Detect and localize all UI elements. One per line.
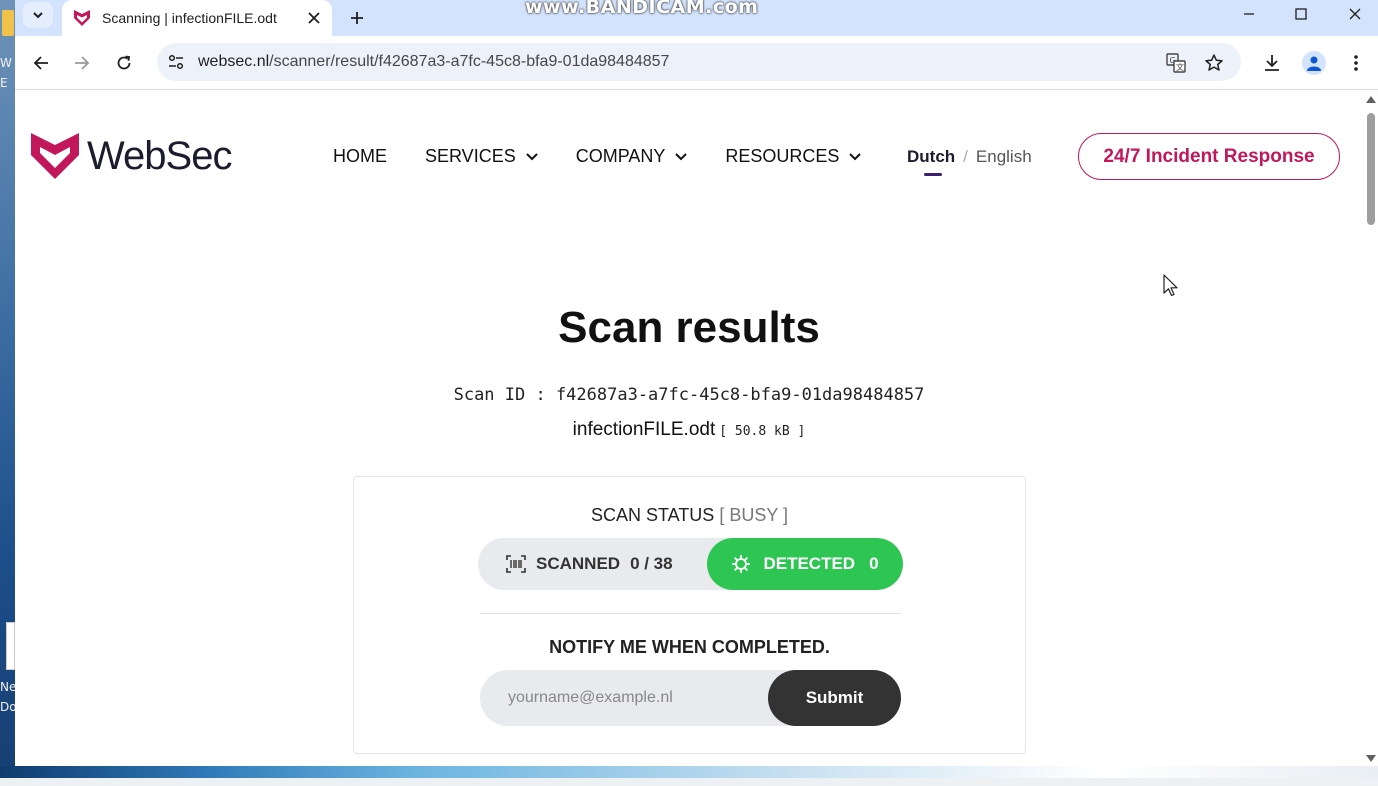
status-label: SCAN STATUS [590, 505, 715, 525]
file-info: infectionFILE.odt[ 50.8 kB ] [15, 419, 1363, 441]
nav-label: HOME [333, 146, 387, 166]
incident-response-button[interactable]: 24/7 Incident Response [1078, 133, 1340, 180]
nav-resources[interactable]: RESOURCES [725, 146, 862, 167]
scrollbar-thumb[interactable] [1367, 113, 1375, 225]
scanned-counter: SCANNED 0 / 38 [506, 538, 673, 590]
notify-form: Submit [480, 670, 901, 726]
file-name: infectionFILE.odt [572, 419, 716, 440]
chevron-down-icon [849, 152, 862, 160]
recording-watermark: www.BANDICAM.com [525, 0, 759, 18]
download-icon [1265, 55, 1279, 71]
submit-button[interactable]: Submit [768, 670, 901, 726]
new-tab-button[interactable] [343, 4, 371, 32]
address-bar[interactable]: websec.nl/scanner/result/f42687a3-a7fc-4… [157, 43, 1241, 81]
tab-search-button[interactable] [23, 2, 53, 28]
minimize-button[interactable] [1223, 0, 1275, 28]
taskbar [0, 778, 1378, 786]
nav-company[interactable]: COMPANY [576, 146, 688, 167]
lang-separator: / [963, 147, 968, 166]
scan-status-card: SCAN STATUS [ BUSY ] SCANNED 0 / 38 DETE… [353, 476, 1026, 754]
notify-heading: NOTIFY ME WHEN COMPLETED. [549, 637, 830, 657]
nav-home[interactable]: HOME [333, 146, 387, 167]
url-path: /scanner/result/f42687a3-a7fc-45c8-bfa9-… [269, 53, 670, 70]
desktop-label: W [0, 56, 12, 70]
chevron-down-icon [675, 152, 688, 160]
lang-english[interactable]: English [976, 147, 1032, 167]
translate-icon[interactable]: G文 [1164, 51, 1188, 75]
detected-label: DETECTED [763, 554, 856, 573]
websec-logo-icon [31, 133, 79, 179]
reload-icon [117, 55, 131, 70]
bookmark-star-icon[interactable] [1202, 51, 1226, 75]
scan-status: SCAN STATUS [ BUSY ] [354, 505, 1025, 526]
document-icon[interactable] [6, 622, 15, 670]
chevron-down-icon [33, 12, 43, 19]
page-scrollbar[interactable] [1363, 91, 1378, 766]
file-size: [ 50.8 kB ] [719, 424, 806, 439]
maximize-icon [1295, 8, 1307, 20]
divider [480, 613, 901, 614]
language-switcher: Dutch / English [907, 147, 1032, 176]
mouse-cursor-icon [1163, 274, 1178, 297]
arrow-right-icon [75, 56, 90, 70]
arrow-left-icon [33, 56, 48, 70]
scan-id: Scan ID : f42687a3-a7fc-45c8-bfa9-01da98… [453, 385, 925, 405]
maximize-button[interactable] [1275, 0, 1327, 28]
folder-icon[interactable] [2, 10, 14, 36]
back-button[interactable] [26, 48, 56, 78]
person-icon [1307, 56, 1321, 71]
kebab-menu-icon [1354, 55, 1358, 71]
svg-text:文: 文 [1176, 62, 1184, 72]
tab-bar: Scanning | infectionFILE.odt www.BANDICA… [15, 0, 1378, 36]
browser-tab[interactable]: Scanning | infectionFILE.odt [62, 0, 332, 36]
forward-button[interactable] [67, 48, 97, 78]
scroll-up-arrow-icon[interactable] [1366, 96, 1376, 103]
tab-title: Scanning | infectionFILE.odt [102, 10, 277, 26]
barcode-scan-icon [506, 555, 526, 573]
close-tab-icon[interactable] [304, 8, 324, 28]
nav-services[interactable]: SERVICES [425, 146, 538, 167]
browser-window: Scanning | infectionFILE.odt www.BANDICA… [15, 0, 1378, 766]
url-text: websec.nl/scanner/result/f42687a3-a7fc-4… [198, 53, 669, 71]
downloads-button[interactable] [1258, 49, 1286, 77]
browser-toolbar: websec.nl/scanner/result/f42687a3-a7fc-4… [15, 36, 1378, 90]
lang-dutch[interactable]: Dutch [907, 147, 955, 176]
desktop-left-strip: W E Ne Do [0, 0, 17, 786]
detected-value: 0 [869, 554, 879, 573]
profile-button[interactable] [1300, 49, 1328, 77]
logo-text: WebSec [87, 133, 232, 178]
site-logo[interactable]: WebSec [29, 131, 232, 181]
scanned-value: 0 / 38 [630, 554, 673, 573]
chevron-down-icon [525, 152, 538, 160]
main-nav: HOME SERVICES COMPANY RESOURCES [333, 146, 899, 167]
nav-label: SERVICES [425, 146, 516, 166]
web-page: WebSec HOME SERVICES COMPANY RESOURCES D… [15, 91, 1363, 766]
detected-counter: DETECTED 0 [707, 538, 903, 590]
websec-favicon-icon [74, 10, 90, 26]
avatar [1302, 51, 1326, 75]
close-icon [1349, 8, 1361, 20]
close-window-button[interactable] [1329, 0, 1378, 28]
virus-icon [732, 555, 751, 573]
plus-icon [351, 12, 363, 24]
nav-label: COMPANY [575, 146, 666, 166]
email-input[interactable] [480, 670, 780, 726]
desktop-label: E [0, 76, 8, 90]
scanned-label: SCANNED [536, 554, 621, 573]
nav-label: RESOURCES [725, 146, 840, 166]
scroll-down-arrow-icon[interactable] [1366, 755, 1376, 762]
desktop-label: Ne [0, 680, 17, 694]
page-title: Scan results [558, 303, 820, 352]
reload-button[interactable] [109, 48, 139, 78]
url-host: websec.nl [198, 53, 270, 70]
minimize-icon [1244, 13, 1254, 15]
browser-menu-button[interactable] [1342, 49, 1370, 77]
site-info-icon[interactable] [165, 51, 187, 73]
status-badge: [ BUSY ] [719, 505, 789, 525]
scan-progress-pill: SCANNED 0 / 38 DETECTED 0 [478, 538, 903, 590]
